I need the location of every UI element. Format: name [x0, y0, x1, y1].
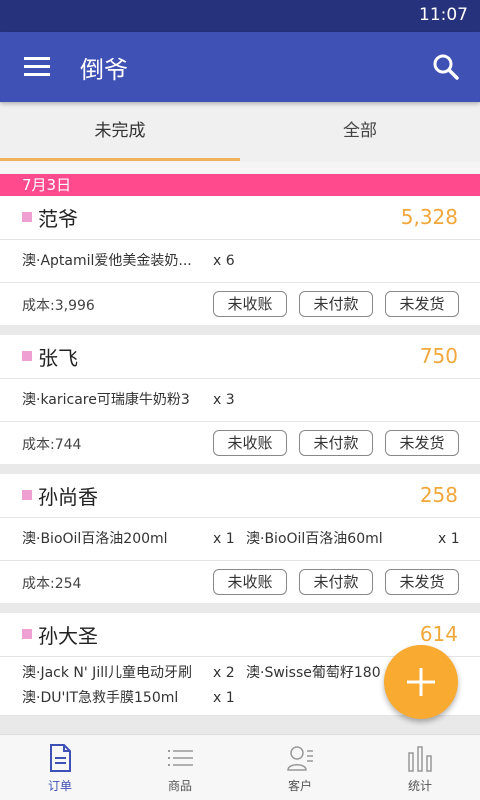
unsettled-badge[interactable]: 未收账 [213, 569, 287, 595]
customer-name: 孙尚香 [38, 485, 98, 509]
customer-name: 孙大圣 [38, 624, 98, 648]
list-icon [168, 750, 193, 766]
status-bar: 11:07 [0, 0, 480, 32]
customer-marker [22, 212, 32, 222]
tab-all[interactable]: 全部 [240, 102, 480, 162]
order-footer: 成本:254 未收账 未付款 未发货 [0, 561, 480, 603]
item-quantity: x 2 [213, 665, 235, 681]
item-name: 澳·karicare可瑞康牛奶粉3 [22, 392, 190, 408]
bottom-navigation: 订单 商品 客户 统计 [0, 734, 480, 800]
order-amount: 258 [419, 483, 458, 507]
order-item: 澳·DU'IT急救手膜150ml x 1 [22, 686, 235, 711]
app-title: 倒爷 [80, 56, 128, 84]
unshipped-badge[interactable]: 未发货 [385, 569, 459, 595]
bar-chart-icon [408, 746, 432, 772]
order-item: 澳·BioOil百洛油200ml x 1 [22, 518, 235, 560]
item-quantity: x 1 [213, 531, 235, 547]
document-icon [50, 744, 71, 772]
order-card[interactable]: 孙尚香 258 澳·BioOil百洛油200ml x 1 澳·BioOil百洛油… [0, 474, 480, 603]
item-name: 澳·BioOil百洛油60ml [246, 531, 383, 547]
item-quantity: x 1 [213, 690, 235, 706]
nav-label: 商品 [167, 779, 192, 793]
nav-label: 订单 [47, 779, 72, 793]
order-items: 澳·Aptamil爱他美金装奶... x 6 [0, 240, 480, 283]
order-item: 澳·Jack N' Jill儿童电动牙刷 x 2 [22, 661, 235, 686]
nav-statistics[interactable]: 统计 [360, 735, 480, 800]
order-card[interactable]: 张飞 750 澳·karicare可瑞康牛奶粉3 x 3 成本:744 未收账 … [0, 335, 480, 464]
order-items: 澳·BioOil百洛油200ml x 1 澳·BioOil百洛油60ml x 1 [0, 518, 480, 561]
order-card[interactable]: 范爷 5,328 澳·Aptamil爱他美金装奶... x 6 成本:3,996… [0, 196, 480, 325]
unshipped-badge[interactable]: 未发货 [385, 430, 459, 456]
nav-label: 客户 [287, 779, 312, 793]
unsettled-badge[interactable]: 未收账 [213, 430, 287, 456]
order-header: 孙尚香 258 [0, 474, 480, 518]
item-name: 澳·Aptamil爱他美金装奶... [22, 253, 192, 269]
status-time: 11:07 [419, 5, 468, 25]
order-header: 范爷 5,328 [0, 196, 480, 240]
customer-name: 范爷 [38, 207, 78, 231]
order-cost: 成本:254 [22, 576, 82, 592]
order-item: 澳·Aptamil爱他美金装奶... x 6 [22, 240, 235, 282]
item-quantity: x 1 [438, 531, 460, 547]
item-name: 澳·DU'IT急救手膜150ml [22, 690, 179, 706]
unpaid-badge[interactable]: 未付款 [299, 569, 373, 595]
item-name: 澳·Jack N' Jill儿童电动牙刷 [22, 665, 192, 681]
order-item: 澳·karicare可瑞康牛奶粉3 x 3 [22, 379, 235, 421]
nav-label: 统计 [407, 779, 432, 793]
unpaid-badge[interactable]: 未付款 [299, 291, 373, 317]
customer-marker [22, 629, 32, 639]
tab-incomplete[interactable]: 未完成 [0, 102, 240, 162]
order-footer: 成本:744 未收账 未付款 未发货 [0, 422, 480, 464]
nav-orders[interactable]: 订单 [0, 735, 120, 800]
order-amount: 5,328 [400, 205, 458, 229]
plus-icon [407, 668, 435, 696]
customer-marker [22, 490, 32, 500]
order-item: 澳·Swisse葡萄籽180 [246, 661, 396, 686]
tab-bar: 未完成 全部 [0, 102, 480, 162]
customer-marker [22, 351, 32, 361]
add-order-button[interactable] [384, 645, 458, 719]
order-cost: 成本:744 [22, 437, 82, 453]
unsettled-badge[interactable]: 未收账 [213, 291, 287, 317]
app-bar: 倒爷 [0, 32, 480, 102]
search-button[interactable] [424, 45, 468, 89]
nav-products[interactable]: 商品 [120, 735, 240, 800]
item-name: 澳·Swisse葡萄籽180 [246, 665, 381, 681]
customer-name: 张飞 [38, 346, 78, 370]
search-icon [433, 54, 459, 80]
tab-indicator [0, 158, 240, 161]
order-cost: 成本:3,996 [22, 298, 95, 314]
hamburger-menu-icon [24, 57, 50, 76]
item-name: 澳·BioOil百洛油200ml [22, 531, 168, 547]
order-item: 澳·BioOil百洛油60ml x 1 [246, 518, 460, 560]
order-items: 澳·karicare可瑞康牛奶粉3 x 3 [0, 379, 480, 422]
date-group-label: 7月3日 [0, 174, 480, 196]
item-quantity: x 6 [213, 253, 235, 269]
order-footer: 成本:3,996 未收账 未付款 未发货 [0, 283, 480, 325]
order-header: 张飞 750 [0, 335, 480, 379]
order-amount: 750 [419, 344, 458, 368]
nav-customers[interactable]: 客户 [240, 735, 360, 800]
order-amount: 614 [419, 622, 458, 646]
menu-button[interactable] [14, 45, 60, 89]
unshipped-badge[interactable]: 未发货 [385, 291, 459, 317]
contact-icon [287, 746, 313, 771]
item-quantity: x 3 [213, 392, 235, 408]
unpaid-badge[interactable]: 未付款 [299, 430, 373, 456]
